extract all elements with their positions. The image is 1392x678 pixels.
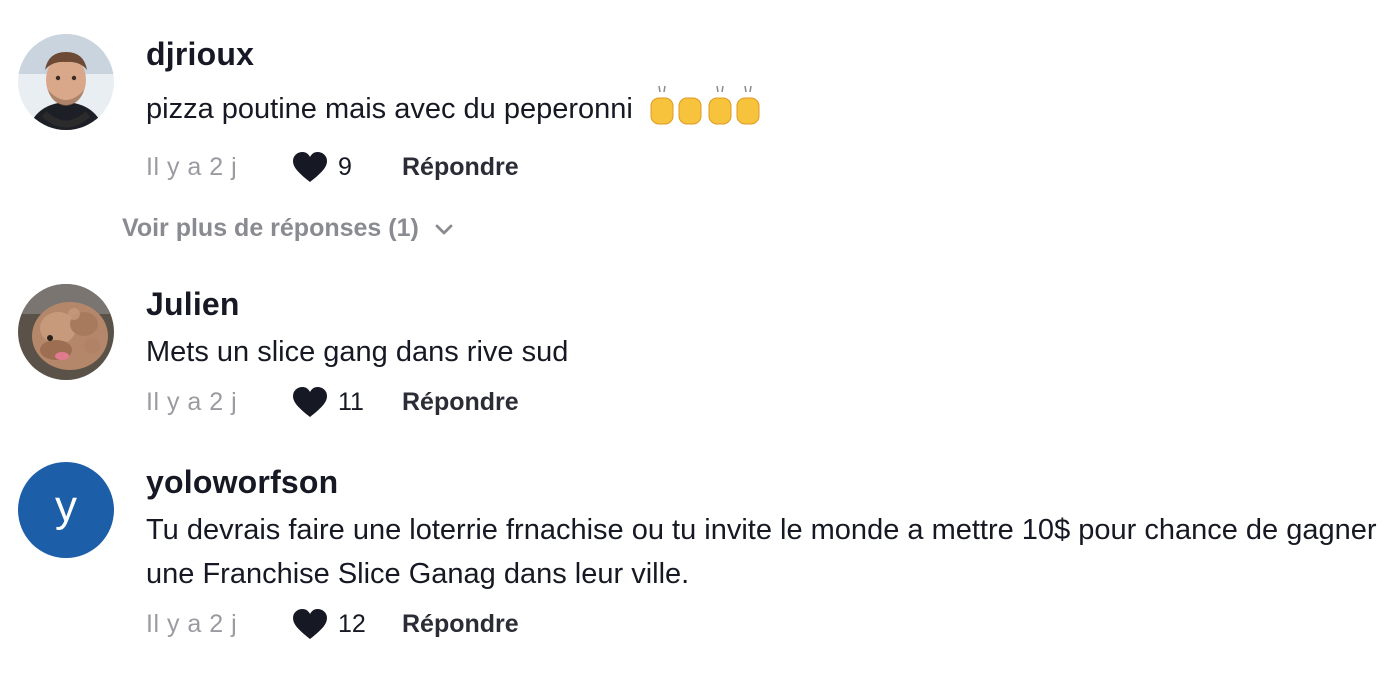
comment-username[interactable]: Julien bbox=[146, 284, 1384, 324]
heart-icon bbox=[293, 152, 327, 182]
like-count: 11 bbox=[338, 387, 364, 416]
avatar[interactable]: y bbox=[18, 462, 114, 558]
comment-username[interactable]: djrioux bbox=[146, 34, 1384, 74]
like-button[interactable]: 12 bbox=[292, 608, 402, 640]
comment-meta: Il y a 2 j 9 Répondre bbox=[146, 147, 1384, 187]
reply-button[interactable]: Répondre bbox=[402, 388, 519, 417]
raising-hands-emoji-icon bbox=[645, 82, 769, 139]
comment-item: djrioux pizza poutine mais avec du peper… bbox=[18, 34, 1392, 184]
comment-meta: Il y a 2 j 12 Répondre bbox=[146, 604, 1384, 644]
like-button[interactable]: 9 bbox=[292, 151, 402, 183]
user-photo-avatar-icon bbox=[18, 34, 114, 130]
view-more-replies-label: Voir plus de réponses (1) bbox=[122, 214, 419, 242]
avatar-letter: y bbox=[55, 482, 77, 531]
comment-text-content: pizza poutine mais avec du peperonni bbox=[146, 93, 633, 126]
comment-item: Julien Mets un slice gang dans rive sud … bbox=[18, 284, 1392, 434]
like-count: 9 bbox=[338, 152, 352, 181]
comment-time: Il y a 2 j bbox=[146, 609, 238, 638]
comment-item: y yoloworfson Tu devrais faire une loter… bbox=[18, 462, 1392, 672]
comment-username[interactable]: yoloworfson bbox=[146, 462, 1384, 502]
comment-body: Julien Mets un slice gang dans rive sud … bbox=[146, 284, 1384, 422]
comment-body: djrioux pizza poutine mais avec du peper… bbox=[146, 34, 1384, 187]
comment-text: Mets un slice gang dans rive sud bbox=[146, 336, 569, 368]
comment-meta: Il y a 2 j 11 Répondre bbox=[146, 382, 1384, 422]
view-more-replies-button[interactable]: Voir plus de réponses (1) bbox=[122, 214, 455, 243]
comment-text: Tu devrais faire une loterrie frnachise … bbox=[146, 514, 1377, 590]
comment-text: pizza poutine mais avec du peperonni bbox=[146, 82, 1384, 139]
avatar[interactable] bbox=[18, 34, 114, 130]
comment-time: Il y a 2 j bbox=[146, 387, 238, 416]
comment-body: yoloworfson Tu devrais faire une loterri… bbox=[146, 462, 1384, 644]
avatar[interactable] bbox=[18, 284, 114, 380]
reply-button[interactable]: Répondre bbox=[402, 610, 519, 639]
like-button[interactable]: 11 bbox=[292, 386, 402, 418]
like-count: 12 bbox=[338, 609, 366, 638]
heart-icon bbox=[293, 609, 327, 639]
chevron-down-icon bbox=[435, 224, 453, 234]
heart-icon bbox=[293, 387, 327, 417]
comment-time: Il y a 2 j bbox=[146, 152, 238, 181]
reply-button[interactable]: Répondre bbox=[402, 153, 519, 182]
dog-photo-avatar-icon bbox=[18, 284, 114, 380]
